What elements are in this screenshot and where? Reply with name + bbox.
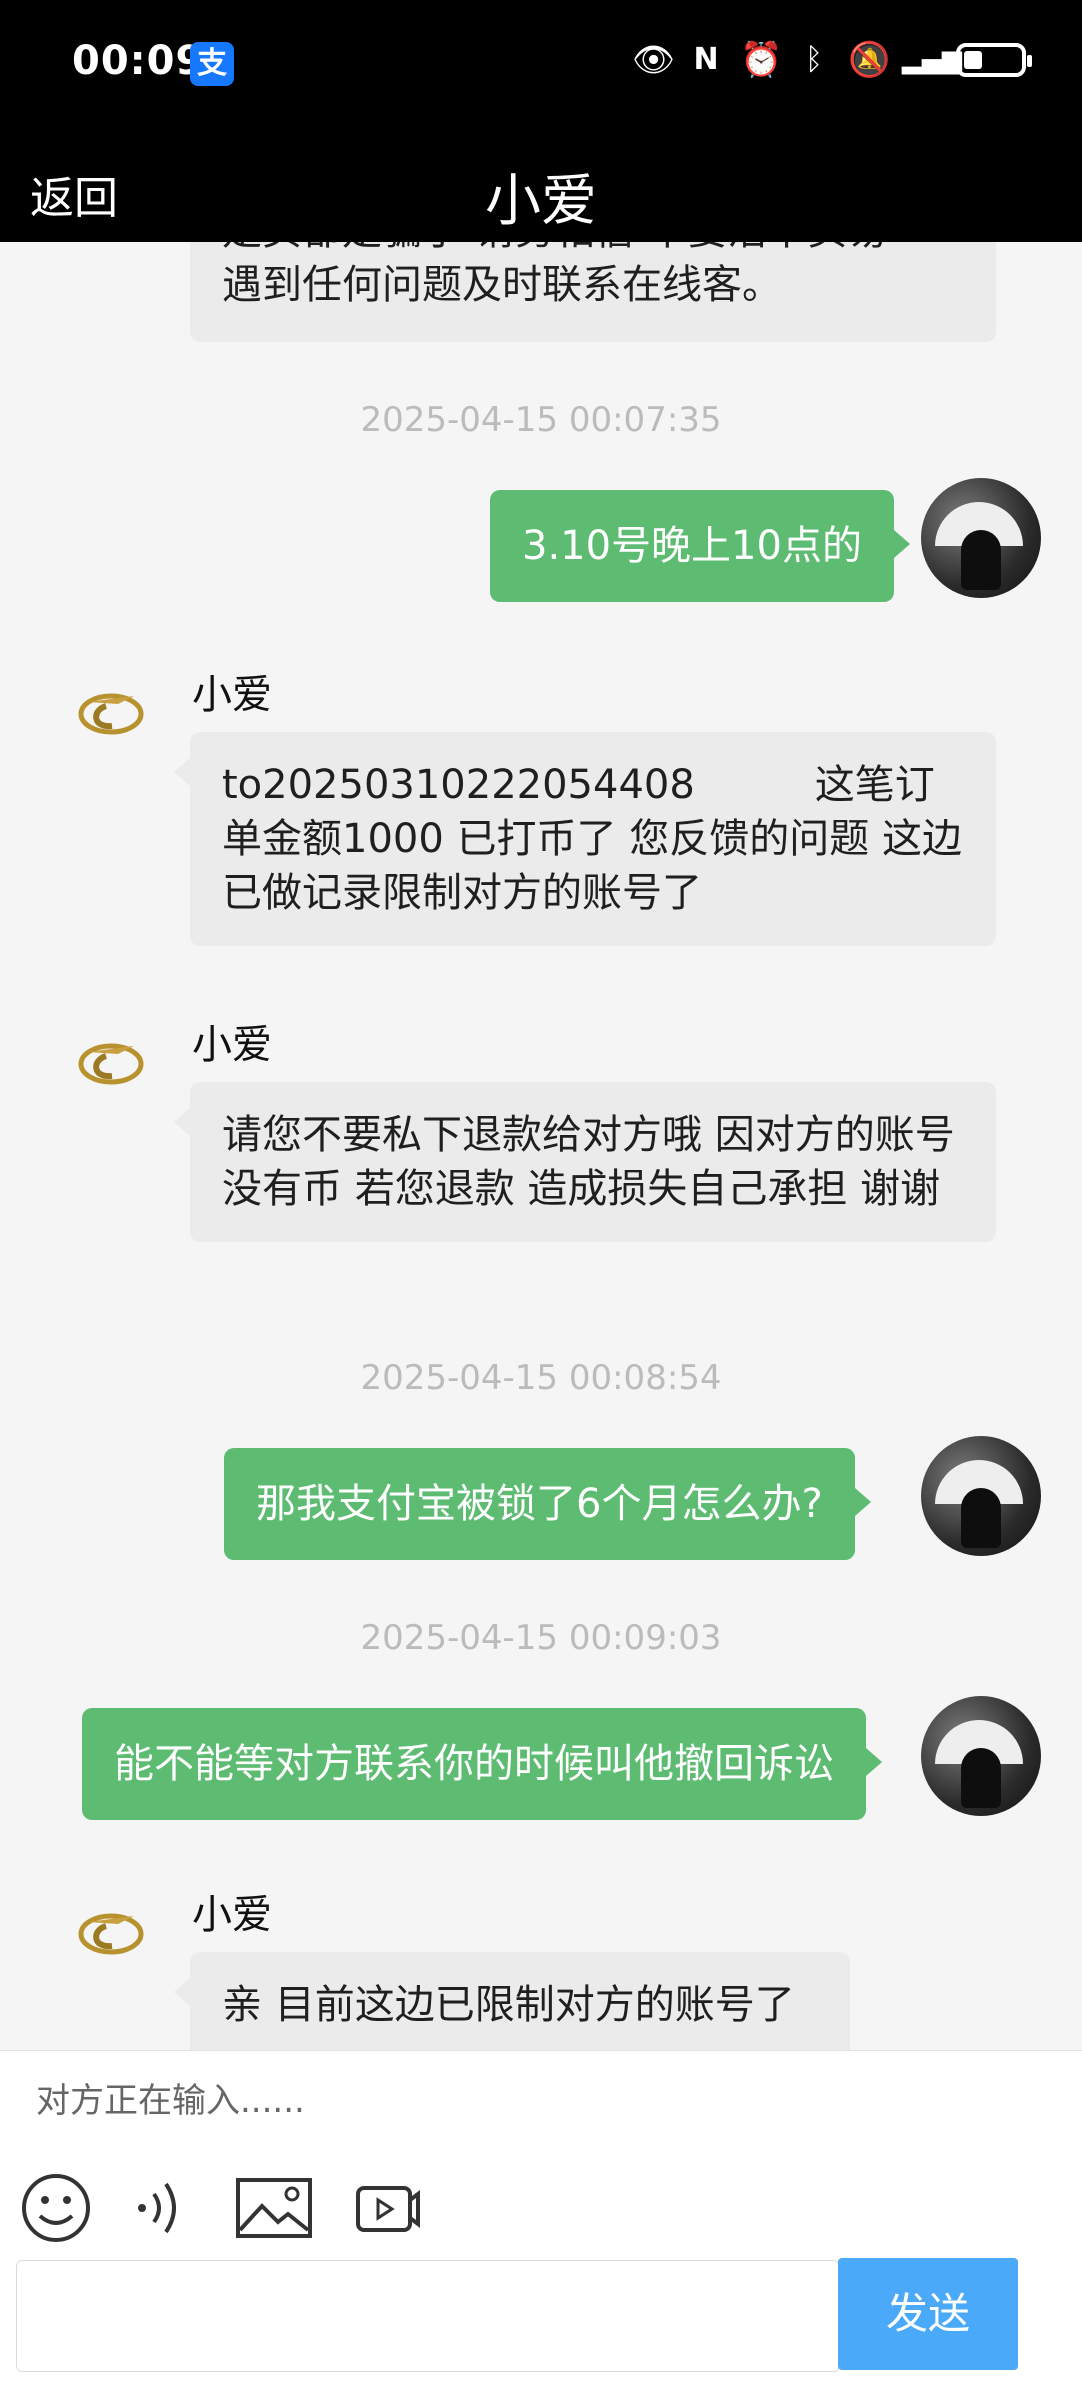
service-logo-icon [78,693,144,735]
message-incoming: 请您不要私下退款给对方哦 因对方的账号没有币 若您退款 造成损失自己承担 谢谢 [174,1082,996,1242]
voice-icon[interactable] [130,2168,190,2248]
message-outgoing: 3.10号晚上10点的 [490,490,910,602]
timestamp: 2025-04-15 00:07:35 [360,400,722,440]
message-outgoing: 能不能等对方联系你的时候叫他撤回诉讼 [82,1708,882,1820]
message-incoming: to20250310222054408 这笔订单金额1000 已打币了 您反馈的… [174,732,996,946]
signal-icon: ▂▄▆ [902,45,962,75]
message-outgoing: 那我支付宝被锁了6个月怎么办? [224,1448,871,1560]
video-icon[interactable] [352,2168,422,2248]
alipay-icon: 支 [190,42,234,86]
image-icon[interactable] [234,2168,314,2248]
user-avatar[interactable] [921,1436,1041,1556]
sender-name: 小爱 [192,672,272,718]
service-logo-icon [78,1043,144,1085]
page-title: 小爱 [485,169,597,234]
timestamp: 2025-04-15 00:09:03 [360,1618,722,1658]
message-text-cut: 是买都是骗子 请务相信 本要活下买易 [222,242,964,258]
eye-icon: 👁 [632,40,676,80]
bluetooth-icon: ᛒ [805,42,823,77]
typing-indicator-bar: 对方正在输入...... [0,2050,1082,2144]
user-avatar[interactable] [921,1696,1041,1816]
sender-name: 小爱 [192,1022,272,1068]
alarm-icon: ⏰ [740,40,783,80]
status-bar: 00:09 支 👁 N ⏰ ᛒ 🔕 ▂▄▆ [0,0,1082,132]
message-incoming: 亲 目前这边已限制对方的账号了 [174,1952,850,2050]
send-button[interactable]: 发送 [838,2258,1018,2370]
user-avatar[interactable] [921,478,1041,598]
timestamp: 2025-04-15 00:08:54 [360,1358,722,1398]
message-text: 遇到任何问题及时联系在线客。 [222,262,782,308]
title-bar: 返回 小爱 [0,132,1082,242]
sender-name: 小爱 [192,1892,272,1938]
battery-icon [956,43,1032,77]
nfc-icon: N [693,42,719,77]
status-time: 00:09 [72,38,205,84]
emoji-icon[interactable] [20,2168,92,2248]
status-icons: 👁 N ⏰ ᛒ 🔕 ▂▄▆ [632,40,1032,80]
mute-icon: 🔕 [848,40,891,80]
chat-area[interactable]: 是买都是骗子 请务相信 本要活下买易 遇到任何问题及时联系在线客。 2025-0… [0,242,1082,2050]
composer-toolbar: 发送 [0,2142,1082,2400]
service-logo-icon [78,1913,144,1955]
message-input[interactable] [16,2260,840,2372]
typing-indicator: 对方正在输入...... [36,2081,305,2121]
message-incoming-partial: 是买都是骗子 请务相信 本要活下买易 遇到任何问题及时联系在线客。 [190,242,996,342]
